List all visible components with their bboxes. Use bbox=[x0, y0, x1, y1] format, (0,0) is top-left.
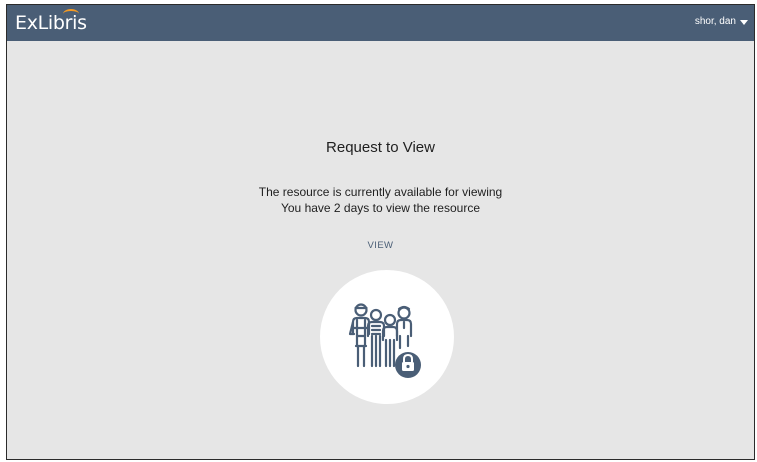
people-group-icon bbox=[348, 303, 421, 378]
page-title: Request to View bbox=[326, 139, 435, 156]
user-name: shor, dan bbox=[694, 16, 736, 27]
availability-message: The resource is currently available for … bbox=[7, 184, 754, 216]
logo-arc-icon bbox=[63, 9, 79, 19]
user-menu[interactable]: shor, dan bbox=[695, 15, 748, 29]
app-window: ExLibris shor, dan Request to View The r… bbox=[6, 4, 755, 460]
top-bar: ExLibris shor, dan bbox=[7, 5, 754, 41]
chevron-down-icon bbox=[740, 20, 748, 25]
view-button[interactable]: VIEW bbox=[368, 240, 394, 251]
view-link-row: VIEW bbox=[7, 240, 754, 252]
time-limit-line: You have 2 days to view the resource bbox=[280, 201, 480, 215]
main-content: Request to View The resource is currentl… bbox=[7, 41, 754, 459]
people-illustration bbox=[320, 270, 454, 404]
availability-line: The resource is currently available for … bbox=[258, 185, 503, 199]
